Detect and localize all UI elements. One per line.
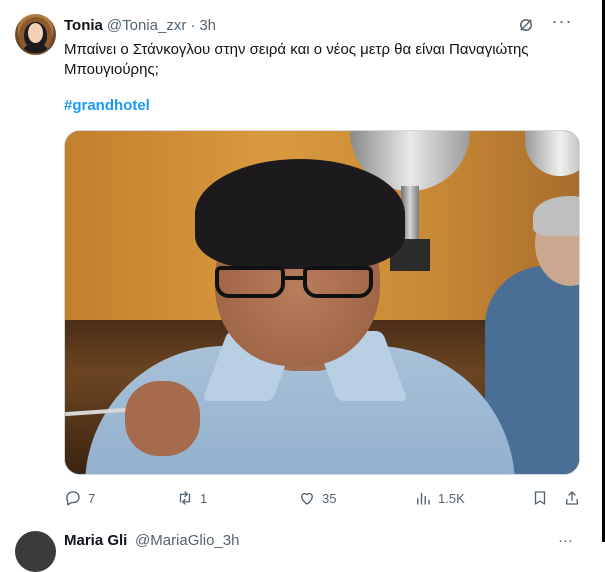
share-button[interactable] [563, 486, 581, 510]
next-tweet-avatar[interactable] [15, 531, 56, 572]
next-tweet-author-handle[interactable]: @MariaGlio_3h [135, 532, 239, 549]
author-name[interactable]: Tonia [64, 17, 103, 34]
man-hair [195, 159, 405, 269]
avatar-face [28, 23, 43, 43]
tweet-text: Μπαίνει ο Στάνκογλου στην σειρά και ο νέ… [64, 41, 529, 78]
retweet-button[interactable]: 1 [176, 486, 207, 510]
glasses-bridge [281, 276, 305, 280]
author-avatar[interactable] [15, 14, 56, 55]
tweet-media-image[interactable] [64, 130, 580, 475]
bookmark-icon [534, 491, 546, 505]
reply-icon [66, 491, 80, 506]
views-count: 1.5K [438, 490, 465, 506]
bookmark-button[interactable] [531, 486, 549, 510]
man-glasses [215, 266, 375, 300]
glasses-lens-right [303, 266, 373, 298]
hashtag-link[interactable]: #grandhotel [64, 97, 150, 114]
reply-button[interactable]: 7 [64, 486, 95, 510]
more-icon[interactable]: ··· [551, 12, 573, 36]
next-tweet-more-icon[interactable]: ··· [558, 532, 573, 549]
like-count: 35 [322, 490, 337, 506]
like-button[interactable]: 35 [298, 486, 336, 510]
tweet-header: Tonia @Tonia_zxr · 3h [64, 15, 216, 35]
man-hand [125, 381, 200, 456]
retweet-icon [179, 491, 191, 505]
tweet-top-actions: ··· [515, 12, 573, 36]
views-icon [417, 492, 430, 505]
header-separator: · [190, 16, 196, 34]
tweet-timestamp[interactable]: 3h [199, 17, 216, 34]
author-handle[interactable]: @Tonia_zxr [107, 17, 186, 34]
like-icon [301, 492, 313, 505]
glasses-lens-left [215, 266, 285, 298]
retweet-count: 1 [200, 490, 208, 506]
next-tweet-author-name[interactable]: Maria Gli [64, 532, 127, 549]
grok-icon[interactable] [515, 14, 537, 36]
reply-count: 7 [88, 490, 96, 506]
share-icon [566, 491, 578, 505]
views-button[interactable]: 1.5K [414, 486, 465, 510]
tweet-action-bar: 7 1 35 1.5K [64, 486, 584, 510]
